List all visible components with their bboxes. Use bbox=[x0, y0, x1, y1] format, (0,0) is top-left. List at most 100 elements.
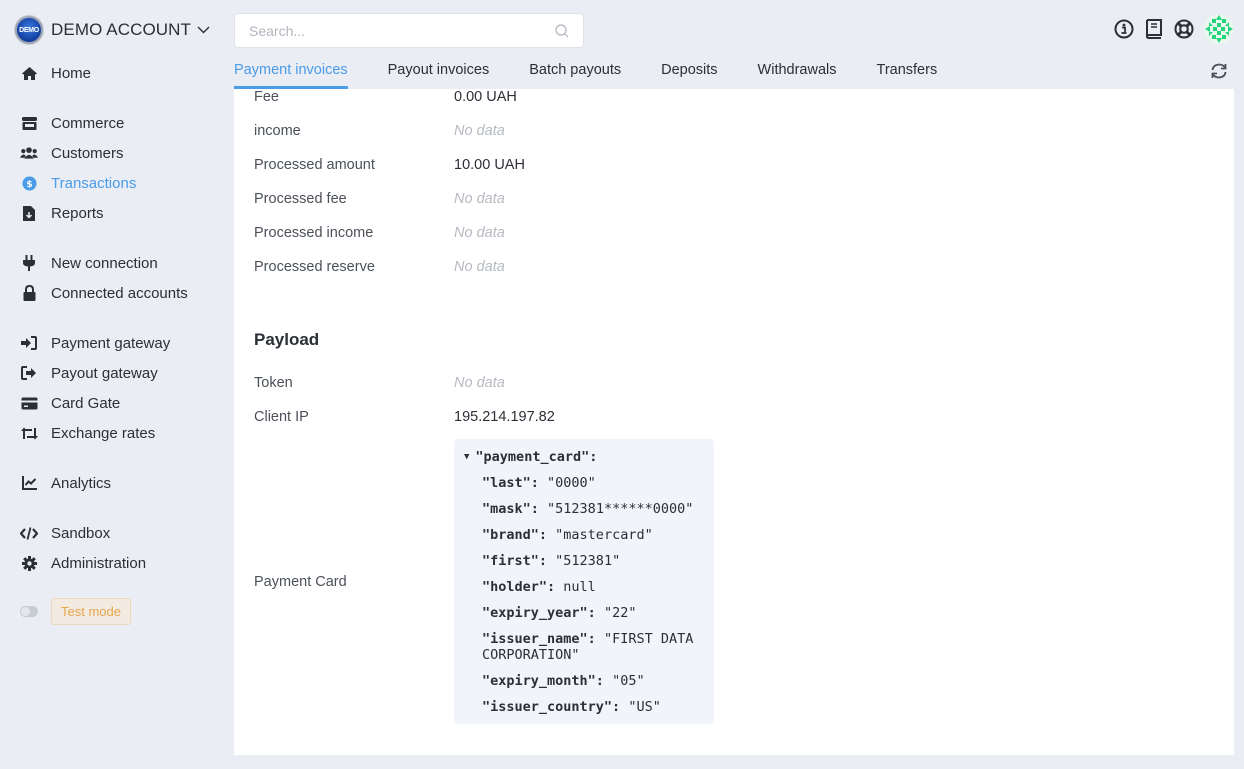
code-icon bbox=[20, 524, 38, 542]
account-name: DEMO ACCOUNT bbox=[51, 20, 192, 39]
sidebar-item-label: Payout gateway bbox=[51, 364, 158, 382]
detail-row-processed-reserve: Processed reserve No data bbox=[254, 259, 505, 275]
sidebar-item-label: Exchange rates bbox=[51, 424, 156, 442]
detail-value: 10.00 UAH bbox=[454, 157, 525, 173]
users-icon bbox=[20, 144, 38, 162]
json-field: "brand": "mastercard" bbox=[482, 527, 653, 543]
payload-row-client-ip: Client IP 195.214.197.82 bbox=[254, 409, 555, 425]
dollar-circle-icon: $ bbox=[20, 174, 38, 192]
tab-deposits[interactable]: Deposits bbox=[661, 55, 717, 89]
sidebar-item-payout-gateway[interactable]: Payout gateway bbox=[20, 358, 158, 388]
invoice-details-panel: Fee 0.00 UAH income No data Processed am… bbox=[234, 89, 1234, 755]
sidebar-item-connected-accounts[interactable]: Connected accounts bbox=[20, 278, 188, 308]
top-toolbar bbox=[1114, 14, 1234, 44]
sign-out-icon bbox=[20, 364, 38, 382]
sidebar-item-label: Reports bbox=[51, 204, 104, 222]
sidebar: DEMO DEMO ACCOUNT Home Commerce Customer… bbox=[0, 0, 230, 769]
payload-section-title: Payload bbox=[254, 330, 320, 349]
caret-down-icon: ▼ bbox=[464, 452, 470, 462]
sidebar-item-label: Payment gateway bbox=[51, 334, 171, 352]
gear-icon bbox=[20, 554, 38, 572]
sidebar-item-new-connection[interactable]: New connection bbox=[20, 248, 158, 278]
payment-card-label: Payment Card bbox=[254, 574, 347, 590]
detail-label: Processed amount bbox=[254, 157, 375, 173]
sidebar-item-reports[interactable]: Reports bbox=[20, 198, 104, 228]
sidebar-item-customers[interactable]: Customers bbox=[20, 138, 124, 168]
chart-line-icon bbox=[20, 474, 38, 492]
detail-value: No data bbox=[454, 123, 505, 139]
home-icon bbox=[20, 64, 38, 82]
detail-label: Processed fee bbox=[254, 191, 347, 207]
lock-icon bbox=[20, 284, 38, 302]
credit-card-icon bbox=[20, 394, 38, 412]
test-mode-toggle[interactable] bbox=[20, 606, 38, 617]
payload-row-token: Token No data bbox=[254, 375, 505, 391]
tab-bar: Payment invoices Payout invoices Batch p… bbox=[234, 55, 977, 89]
sidebar-item-home[interactable]: Home bbox=[20, 58, 91, 88]
retweet-icon bbox=[20, 424, 38, 442]
sidebar-item-label: Connected accounts bbox=[51, 284, 188, 302]
sidebar-item-card-gate[interactable]: Card Gate bbox=[20, 388, 120, 418]
detail-label: Processed income bbox=[254, 225, 374, 241]
tab-payment-invoices[interactable]: Payment invoices bbox=[234, 55, 348, 89]
sign-in-icon bbox=[20, 334, 38, 352]
tab-payout-invoices[interactable]: Payout invoices bbox=[388, 55, 490, 89]
refresh-icon[interactable] bbox=[1210, 62, 1228, 80]
sidebar-item-transactions[interactable]: $ Transactions bbox=[20, 168, 136, 198]
json-field: "issuer_name": "FIRST DATA CORPORATION" bbox=[482, 631, 694, 663]
sidebar-item-exchange-rates[interactable]: Exchange rates bbox=[20, 418, 155, 448]
json-collapse-toggle[interactable]: ▼ "payment_card": bbox=[464, 449, 704, 465]
detail-value: No data bbox=[454, 375, 505, 391]
sidebar-item-label: New connection bbox=[51, 254, 158, 272]
detail-label: Fee bbox=[254, 89, 279, 105]
life-ring-icon[interactable] bbox=[1174, 19, 1194, 39]
info-icon[interactable] bbox=[1114, 19, 1134, 39]
json-field: "last": "0000" bbox=[482, 475, 596, 491]
json-field: "holder": null bbox=[482, 579, 596, 595]
search-box bbox=[234, 13, 584, 48]
chevron-down-icon bbox=[197, 23, 211, 37]
detail-label: Processed reserve bbox=[254, 259, 375, 275]
sidebar-item-label: Sandbox bbox=[51, 524, 111, 542]
json-field: "mask": "512381******0000" bbox=[482, 501, 694, 517]
search-input[interactable] bbox=[249, 22, 555, 39]
detail-label: income bbox=[254, 123, 301, 139]
detail-value: 0.00 UAH bbox=[454, 89, 517, 105]
sidebar-item-commerce[interactable]: Commerce bbox=[20, 108, 124, 138]
detail-row-processed-income: Processed income No data bbox=[254, 225, 505, 241]
detail-value: 195.214.197.82 bbox=[454, 409, 555, 425]
sidebar-item-analytics[interactable]: Analytics bbox=[20, 468, 111, 498]
sidebar-item-sandbox[interactable]: Sandbox bbox=[20, 518, 110, 548]
json-field: "first": "512381" bbox=[482, 553, 621, 569]
file-download-icon bbox=[20, 204, 38, 222]
tab-withdrawals[interactable]: Withdrawals bbox=[758, 55, 837, 89]
svg-text:$: $ bbox=[26, 180, 32, 190]
user-avatar[interactable] bbox=[1204, 14, 1234, 44]
tab-transfers[interactable]: Transfers bbox=[877, 55, 938, 89]
account-switcher[interactable]: DEMO DEMO ACCOUNT bbox=[15, 16, 211, 44]
sidebar-item-payment-gateway[interactable]: Payment gateway bbox=[20, 328, 170, 358]
sidebar-item-label: Transactions bbox=[51, 174, 137, 192]
detail-row-income: income No data bbox=[254, 123, 505, 139]
json-field: "expiry_year": "22" bbox=[482, 605, 637, 621]
plug-icon bbox=[20, 254, 38, 272]
detail-label: Client IP bbox=[254, 409, 309, 425]
sidebar-item-administration[interactable]: Administration bbox=[20, 548, 146, 578]
test-mode-badge: Test mode bbox=[51, 598, 131, 625]
json-root-key: "payment_card": bbox=[475, 449, 598, 465]
json-field: "issuer_country": "US" bbox=[482, 699, 661, 715]
payment-card-json-viewer: ▼ "payment_card": "last": "0000" "mask":… bbox=[454, 439, 714, 724]
sidebar-item-label: Customers bbox=[51, 144, 124, 162]
detail-row-processed-amount: Processed amount 10.00 UAH bbox=[254, 157, 525, 173]
detail-value: No data bbox=[454, 259, 505, 275]
book-icon[interactable] bbox=[1144, 19, 1164, 39]
sidebar-item-label: Analytics bbox=[51, 474, 112, 492]
detail-row-processed-fee: Processed fee No data bbox=[254, 191, 505, 207]
sidebar-item-label: Home bbox=[51, 64, 92, 82]
sidebar-item-label: Card Gate bbox=[51, 394, 121, 412]
json-field: "expiry_month": "05" bbox=[482, 673, 645, 689]
tab-batch-payouts[interactable]: Batch payouts bbox=[529, 55, 621, 89]
store-icon bbox=[20, 114, 38, 132]
search-icon[interactable] bbox=[555, 23, 569, 38]
test-mode-control: Test mode bbox=[20, 598, 131, 625]
